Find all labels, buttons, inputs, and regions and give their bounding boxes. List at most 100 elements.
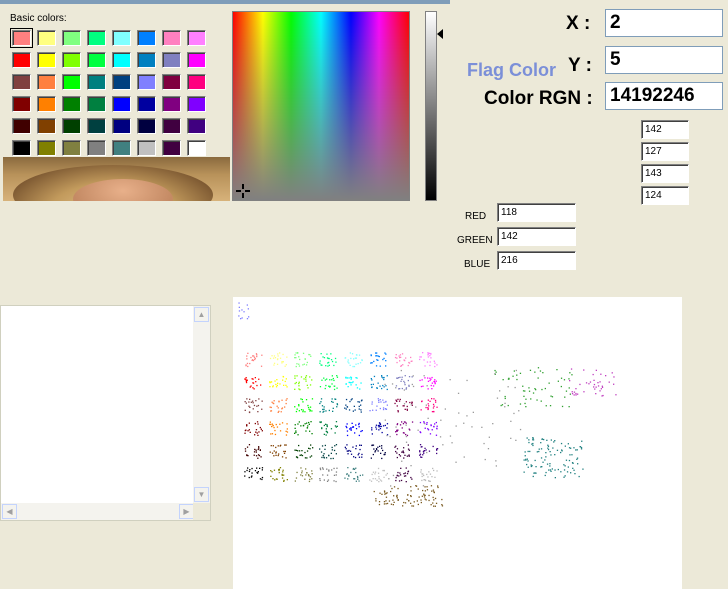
color-swatch[interactable] xyxy=(162,140,181,156)
scroll-right-icon[interactable]: ▶ xyxy=(179,504,194,519)
color-dot xyxy=(429,361,431,363)
color-swatch[interactable] xyxy=(162,74,181,90)
color-swatch[interactable] xyxy=(137,74,156,90)
blue-field[interactable]: 216 xyxy=(497,251,576,270)
color-swatch[interactable] xyxy=(137,140,156,156)
color-dot xyxy=(441,504,443,506)
color-dot xyxy=(324,444,326,447)
color-swatch[interactable] xyxy=(87,96,106,112)
flag-color-label: Flag Color xyxy=(467,60,556,80)
color-swatch[interactable] xyxy=(137,118,156,134)
color-swatch[interactable] xyxy=(87,74,106,90)
color-swatch[interactable] xyxy=(62,52,81,68)
color-dot xyxy=(403,475,406,477)
color-swatch[interactable] xyxy=(137,96,156,112)
color-swatch[interactable] xyxy=(37,140,56,156)
color-swatch[interactable] xyxy=(87,118,106,134)
color-swatch[interactable] xyxy=(162,52,181,68)
color-swatch[interactable] xyxy=(137,30,156,46)
color-dot xyxy=(256,355,258,358)
color-dot xyxy=(273,469,276,471)
color-dot xyxy=(328,454,330,456)
color-swatch[interactable] xyxy=(112,96,131,112)
color-swatch[interactable] xyxy=(10,28,33,48)
color-dot xyxy=(560,442,563,445)
color-swatch[interactable] xyxy=(12,140,31,156)
value-field-4[interactable]: 124 xyxy=(641,186,689,205)
color-swatch[interactable] xyxy=(112,52,131,68)
crosshair-icon[interactable] xyxy=(236,184,250,198)
scroll-down-icon[interactable]: ▼ xyxy=(194,487,209,502)
color-dot xyxy=(527,466,529,468)
color-dot xyxy=(549,465,551,467)
color-rgn-field[interactable]: 14192246 xyxy=(605,82,723,110)
horizontal-scrollbar[interactable]: ◀ ▶ xyxy=(1,503,195,520)
color-swatch[interactable] xyxy=(62,118,81,134)
color-swatch[interactable] xyxy=(37,30,56,46)
x-field[interactable]: 2 xyxy=(605,9,723,37)
color-dot xyxy=(385,385,387,387)
color-swatch[interactable] xyxy=(62,96,81,112)
color-dot xyxy=(332,377,334,380)
value-field-2[interactable]: 127 xyxy=(641,142,689,161)
color-spectrum[interactable] xyxy=(232,11,410,201)
color-swatch[interactable] xyxy=(112,140,131,156)
scatter-canvas[interactable] xyxy=(233,297,682,589)
value-field-3[interactable]: 143 xyxy=(641,164,689,183)
color-dot xyxy=(434,423,436,425)
color-swatch[interactable] xyxy=(87,30,106,46)
scroll-left-icon[interactable]: ◀ xyxy=(2,504,17,519)
color-swatch[interactable] xyxy=(162,30,181,46)
color-swatch[interactable] xyxy=(187,30,206,46)
color-swatch[interactable] xyxy=(112,118,131,134)
color-dot xyxy=(297,434,299,436)
color-dot xyxy=(401,378,403,381)
color-swatch[interactable] xyxy=(112,74,131,90)
color-swatch[interactable] xyxy=(62,74,81,90)
color-swatch[interactable] xyxy=(37,96,56,112)
color-dot xyxy=(385,496,388,498)
color-swatch[interactable] xyxy=(62,30,81,46)
color-swatch[interactable] xyxy=(112,30,131,46)
color-swatch[interactable] xyxy=(12,96,31,112)
color-swatch[interactable] xyxy=(187,140,206,156)
color-swatch[interactable] xyxy=(37,118,56,134)
color-swatch[interactable] xyxy=(162,96,181,112)
color-swatch[interactable] xyxy=(187,74,206,90)
color-swatch[interactable] xyxy=(87,140,106,156)
color-dot xyxy=(246,446,249,448)
color-dot xyxy=(247,467,249,469)
color-swatch[interactable] xyxy=(187,96,206,112)
color-dot xyxy=(561,405,564,408)
vertical-scrollbar[interactable]: ▲ ▼ xyxy=(193,306,210,503)
scroll-up-icon[interactable]: ▲ xyxy=(194,307,209,322)
green-field[interactable]: 142 xyxy=(497,227,576,246)
color-swatch[interactable] xyxy=(137,52,156,68)
color-swatch[interactable] xyxy=(12,118,31,134)
color-swatch[interactable] xyxy=(187,52,206,68)
color-dot xyxy=(386,427,388,429)
y-field[interactable]: 5 xyxy=(605,46,723,74)
color-swatch[interactable] xyxy=(12,52,31,68)
color-dot xyxy=(375,500,377,502)
color-dot xyxy=(276,426,279,428)
luminance-arrow-icon[interactable] xyxy=(437,29,443,39)
color-swatch[interactable] xyxy=(62,140,81,156)
color-dot xyxy=(279,445,281,447)
color-swatch[interactable] xyxy=(187,118,206,134)
color-dot xyxy=(393,501,395,503)
color-swatch[interactable] xyxy=(12,74,31,90)
color-dot xyxy=(431,388,433,390)
color-swatch[interactable] xyxy=(37,52,56,68)
value-field-1[interactable]: 142 xyxy=(641,120,689,139)
luminance-slider[interactable] xyxy=(425,11,437,201)
color-dot xyxy=(248,476,250,479)
red-field[interactable]: 118 xyxy=(497,203,576,222)
color-swatch[interactable] xyxy=(162,118,181,134)
color-dot xyxy=(322,468,324,470)
color-swatch[interactable] xyxy=(87,52,106,68)
result-listbox[interactable]: ▲ ▼ ◀ ▶ xyxy=(0,305,211,521)
color-dot xyxy=(531,443,533,445)
color-dot xyxy=(377,398,379,400)
color-swatch[interactable] xyxy=(37,74,56,90)
